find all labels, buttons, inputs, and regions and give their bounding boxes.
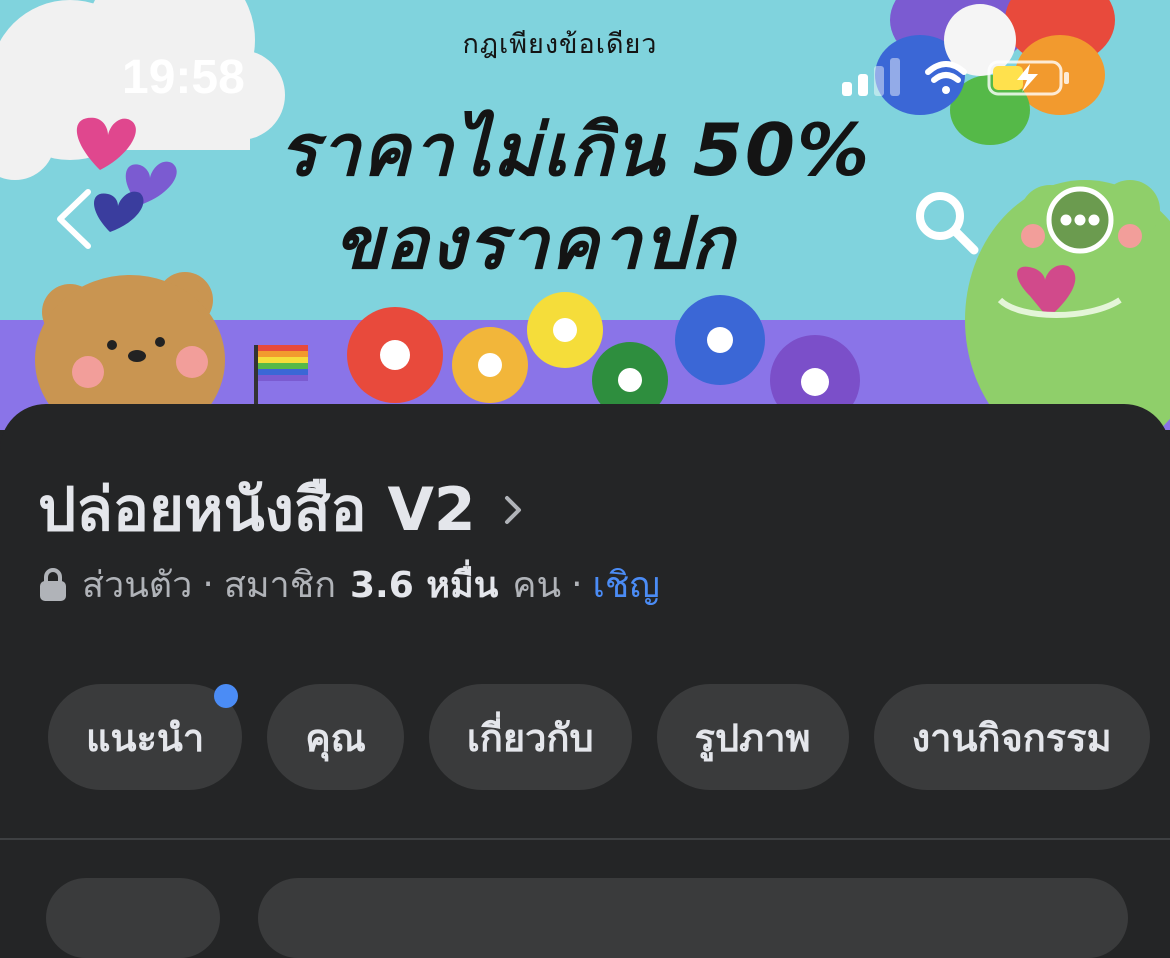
- members-count: 3.6 หมื่น: [350, 565, 499, 606]
- notification-dot: [214, 684, 239, 708]
- divider: [0, 838, 1170, 840]
- tab-label: รูปภาพ: [694, 715, 811, 760]
- lock-icon: [40, 567, 66, 601]
- tab-label: เกี่ยวกับ: [466, 715, 594, 760]
- more-icon: [1046, 186, 1114, 254]
- chevron-left-icon: [57, 189, 91, 249]
- search-icon: [916, 192, 979, 255]
- group-name: ปล่อยหนังสือ V2: [38, 475, 476, 545]
- tab-events[interactable]: งานกิจกรรม: [873, 684, 1150, 790]
- chevron-right-icon: [504, 495, 521, 524]
- privacy-label: ส่วนตัว: [82, 565, 193, 606]
- tab-featured[interactable]: แนะนำ: [48, 684, 243, 790]
- status-time: 19:58: [122, 51, 245, 104]
- tab-label: คุณ: [305, 715, 366, 760]
- search-button[interactable]: [912, 188, 982, 258]
- wifi-icon: [925, 61, 967, 94]
- tab-about[interactable]: เกี่ยวกับ: [428, 684, 632, 790]
- signal-icon: [842, 58, 900, 96]
- composer-input[interactable]: [258, 878, 1128, 958]
- group-tabs: แนะนำ คุณ เกี่ยวกับ รูปภาพ งานกิจกรรม: [48, 684, 1150, 790]
- members-unit: คน: [512, 565, 562, 606]
- battery-charging-icon: [987, 60, 1069, 96]
- group-info-panel: ปล่อยหนังสือ V2 ส่วนตัว · สมาชิก 3.6 หมื…: [0, 404, 1170, 958]
- members-label: สมาชิก: [223, 565, 336, 606]
- separator: ·: [202, 564, 214, 605]
- tab-label: แนะนำ: [86, 715, 205, 760]
- tab-photos[interactable]: รูปภาพ: [656, 684, 849, 790]
- invite-link[interactable]: เชิญ: [593, 556, 660, 613]
- group-title-link[interactable]: ปล่อยหนังสือ V2: [38, 462, 524, 557]
- status-icons: [842, 58, 1069, 96]
- back-button[interactable]: [50, 186, 100, 252]
- tab-you[interactable]: คุณ: [267, 684, 404, 790]
- separator: ·: [571, 564, 583, 605]
- more-button[interactable]: [1044, 184, 1116, 256]
- group-meta: ส่วนตัว · สมาชิก 3.6 หมื่น คน · เชิญ: [38, 556, 660, 613]
- tab-label: งานกิจกรรม: [911, 715, 1112, 760]
- composer-avatar[interactable]: [46, 878, 220, 958]
